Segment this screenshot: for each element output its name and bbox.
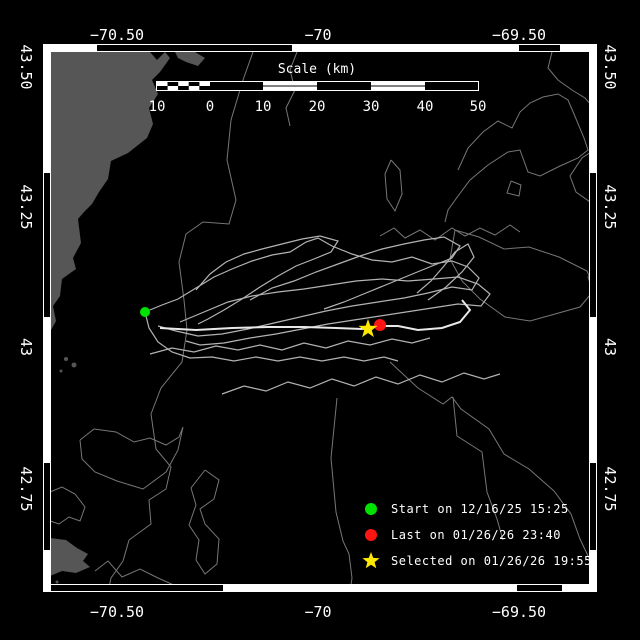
- frame-segment: [292, 45, 519, 51]
- scalebar-cell: [425, 82, 478, 90]
- scalebar-checker-cell: [199, 86, 210, 90]
- frame-corner: [43, 584, 51, 592]
- lon-label-bottom-0: −70.50: [89, 603, 145, 621]
- scalebar-tick-1: 0: [205, 99, 215, 115]
- scalebar-checker-cell: [167, 86, 179, 90]
- legend-label-last: Last on 01/26/26 23:40: [391, 528, 561, 542]
- lat-label-right-1: 43.25: [601, 184, 619, 230]
- scalebar-cell: [317, 82, 371, 90]
- island: [59, 369, 63, 373]
- scalebar-tick-2: 10: [254, 99, 272, 115]
- scalebar-checker-cell: [188, 82, 200, 86]
- lat-label-left-0: 43.50: [17, 44, 35, 90]
- frame-segment: [43, 45, 97, 51]
- frame-segment: [590, 317, 596, 463]
- frame-segment: [519, 45, 560, 51]
- scalebar-checker-cell: [199, 82, 210, 86]
- frame-segment: [44, 463, 50, 550]
- drifter-map-window: −70.50 −70 −69.50 −70.50 −70 −69.50 43.5…: [0, 0, 640, 640]
- scalebar-checker-cell: [188, 86, 200, 90]
- lat-label-left-3: 42.75: [17, 466, 35, 512]
- lon-label-bottom-2: −69.50: [491, 603, 547, 621]
- frame-corner: [43, 44, 51, 52]
- island: [64, 357, 68, 361]
- frame-segment: [223, 585, 517, 591]
- scalebar-tick-5: 40: [416, 99, 434, 115]
- lon-label-top-1: −70: [304, 26, 332, 44]
- island: [71, 362, 77, 368]
- scalebar-midline: [371, 85, 425, 87]
- frame-segment: [97, 45, 292, 51]
- legend-label-selected: Selected on 01/26/26 19:55: [391, 554, 592, 568]
- scalebar-checker-cell: [178, 82, 189, 86]
- lat-label-left-1: 43.25: [17, 184, 35, 230]
- scalebar-tick-6: 50: [469, 99, 487, 115]
- scalebar-checker-cell: [178, 86, 189, 90]
- lat-label-right-0: 43.50: [601, 44, 619, 90]
- lon-label-bottom-1: −70: [304, 603, 332, 621]
- scalebar-midline: [263, 85, 317, 87]
- scalebar-tick-3: 20: [308, 99, 326, 115]
- scalebar-title: Scale (km): [277, 62, 357, 77]
- lat-label-right-2: 43: [601, 337, 619, 357]
- scalebar-checker-cell: [157, 86, 168, 90]
- legend-start-icon: [365, 503, 377, 515]
- scalebar-checker-cell: [167, 82, 179, 86]
- scalebar-tick-0: 10: [148, 99, 166, 115]
- frame-corner: [589, 584, 597, 592]
- lat-label-left-2: 43: [17, 337, 35, 357]
- lon-label-top-0: −70.50: [89, 26, 145, 44]
- map-canvas: [0, 0, 640, 640]
- island: [55, 580, 59, 584]
- last-marker[interactable]: [374, 319, 386, 331]
- lon-label-top-2: −69.50: [491, 26, 547, 44]
- scalebar-cell: [210, 82, 263, 90]
- frame-segment: [44, 44, 50, 173]
- frame-segment: [517, 585, 562, 591]
- scalebar-checker-cell: [157, 82, 168, 86]
- frame-segment: [44, 173, 50, 317]
- frame-segment: [44, 317, 50, 463]
- frame-segment: [43, 585, 223, 591]
- frame-segment: [590, 173, 596, 317]
- frame-corner: [589, 44, 597, 52]
- start-marker[interactable]: [140, 307, 150, 317]
- frame-segment: [590, 44, 596, 173]
- scalebar-tick-4: 30: [362, 99, 380, 115]
- lat-label-right-3: 42.75: [601, 466, 619, 512]
- legend-label-start: Start on 12/16/25 15:25: [391, 502, 569, 516]
- legend-last-icon: [365, 529, 377, 541]
